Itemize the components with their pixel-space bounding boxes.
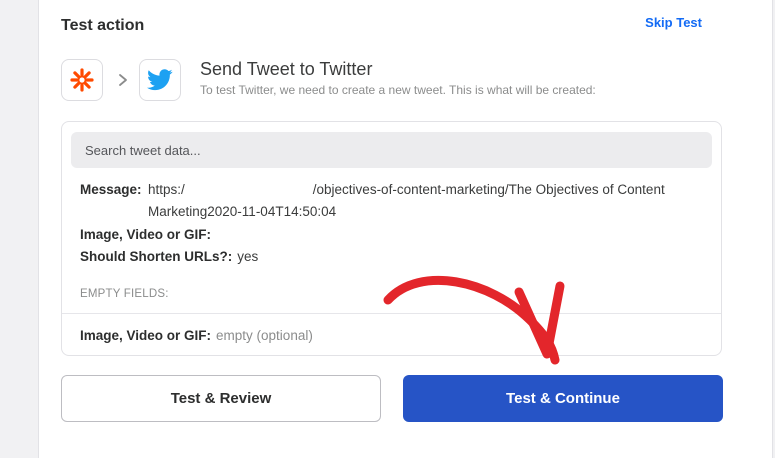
message-value: https://objectives-of-content-marketing/… — [148, 179, 718, 223]
search-tweet-data-input[interactable] — [71, 132, 712, 168]
test-and-review-button[interactable]: Test & Review — [61, 375, 381, 422]
step-subtitle: To test Twitter, we need to create a new… — [200, 83, 596, 97]
shorten-urls-value: yes — [237, 249, 259, 264]
message-url-prefix: https:/ — [148, 182, 185, 197]
empty-field-label: Image, Video or GIF: — [80, 328, 212, 343]
tweet-data-panel: Message: https://objectives-of-content-m… — [61, 121, 722, 356]
zapier-asterisk-icon — [61, 59, 103, 101]
divider — [62, 313, 721, 314]
shorten-urls-field: Should Shorten URLs?: yes — [80, 246, 258, 268]
skip-test-link[interactable]: Skip Test — [645, 15, 702, 30]
empty-field-row: Image, Video or GIF: empty (optional) — [80, 325, 313, 347]
image-label: Image, Video or GIF: — [80, 227, 212, 242]
twitter-bird-icon — [139, 59, 181, 101]
chevron-right-icon — [116, 70, 130, 90]
message-label: Message: — [80, 182, 142, 197]
shorten-urls-label: Should Shorten URLs?: — [80, 249, 233, 264]
step-title: Send Tweet to Twitter — [200, 59, 373, 79]
section-title: Test action — [61, 17, 145, 34]
empty-field-value: empty (optional) — [216, 328, 313, 343]
test-action-card: Test action Skip Test Send Tweet to Twit… — [38, 0, 773, 458]
message-url-rest: /objectives-of-content-marketing/The Obj… — [148, 182, 665, 219]
empty-fields-heading: EMPTY FIELDS: — [80, 288, 169, 300]
image-field: Image, Video or GIF: — [80, 224, 216, 246]
test-and-continue-button[interactable]: Test & Continue — [403, 375, 723, 422]
